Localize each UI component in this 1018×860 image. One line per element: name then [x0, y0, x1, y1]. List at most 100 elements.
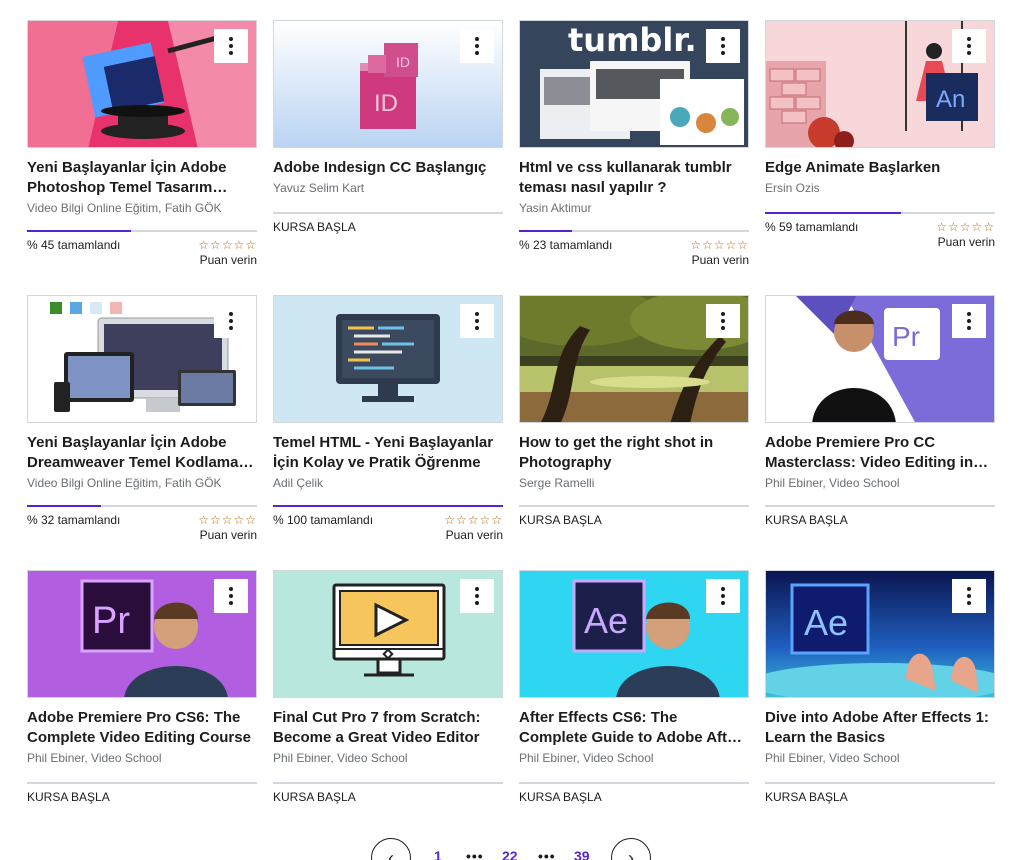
more-options-button[interactable] [952, 579, 986, 613]
kebab-icon [721, 311, 725, 332]
divider [27, 782, 257, 784]
rate-label[interactable]: Puan verin [444, 527, 503, 543]
course-thumbnail[interactable] [27, 295, 257, 423]
course-title[interactable]: Html ve css kullanarak tumblr teması nas… [519, 158, 749, 198]
rate-label[interactable]: Puan verin [936, 234, 995, 250]
course-title[interactable]: How to get the right shot in Photography [519, 433, 749, 473]
rating[interactable]: ☆☆☆☆☆ Puan verin [198, 513, 257, 543]
star-rating-icon[interactable]: ☆☆☆☆☆ [936, 220, 995, 234]
progress-text: % 32 tamamlandı [27, 513, 121, 527]
start-course-link[interactable]: KURSA BAŞLA [519, 790, 749, 804]
progress-fill [273, 505, 503, 507]
course-card[interactable]: Ae Dive into Adobe After Effects 1: Lear… [765, 570, 995, 840]
more-options-button[interactable] [706, 29, 740, 63]
star-rating-icon[interactable]: ☆☆☆☆☆ [198, 513, 257, 527]
rating[interactable]: ☆☆☆☆☆ Puan verin [690, 238, 749, 268]
course-title[interactable]: Adobe Premiere Pro CC Masterclass: Video… [765, 433, 995, 473]
previous-page-button[interactable]: ‹ [371, 838, 411, 860]
course-title[interactable]: Yeni Başlayanlar İçin Adobe Dreamweaver … [27, 433, 257, 473]
course-card[interactable]: Temel HTML - Yeni Başlayanlar İçin Kolay… [273, 295, 503, 570]
course-author: Yasin Aktimur [519, 201, 592, 215]
course-card[interactable]: Pr Adobe Premiere Pro CS6: The Complete … [27, 570, 257, 840]
divider [765, 505, 995, 507]
kebab-icon [229, 586, 233, 607]
course-thumbnail[interactable] [27, 20, 257, 148]
course-card[interactable]: An Edge Animate Başlarken Ersin Ozis % 5… [765, 20, 995, 295]
course-title[interactable]: Temel HTML - Yeni Başlayanlar İçin Kolay… [273, 433, 503, 473]
more-options-button[interactable] [460, 29, 494, 63]
course-thumbnail[interactable] [273, 295, 503, 423]
rate-label[interactable]: Puan verin [198, 252, 257, 268]
page-link-current[interactable]: 22 [502, 848, 518, 860]
course-card[interactable]: ID ID Adobe Indesign CC Başlangıç Yavuz … [273, 20, 503, 295]
more-options-button[interactable] [214, 304, 248, 338]
course-author: Phil Ebiner, Video School [27, 751, 162, 765]
course-card[interactable]: How to get the right shot in Photography… [519, 295, 749, 570]
start-course-link[interactable]: KURSA BAŞLA [273, 790, 503, 804]
more-options-button[interactable] [214, 29, 248, 63]
course-progress: % 23 tamamlandı ☆☆☆☆☆ Puan verin [519, 230, 749, 268]
kebab-icon [475, 36, 479, 57]
course-thumbnail[interactable]: Pr [765, 295, 995, 423]
course-thumbnail[interactable]: Ae [765, 570, 995, 698]
star-rating-icon[interactable]: ☆☆☆☆☆ [690, 238, 749, 252]
course-card[interactable]: tumblr. Html ve css kullanarak tumblr te… [519, 20, 749, 295]
start-course-link[interactable]: KURSA BAŞLA [765, 513, 995, 527]
course-progress: % 100 tamamlandı ☆☆☆☆☆ Puan verin [273, 505, 503, 543]
rating[interactable]: ☆☆☆☆☆ Puan verin [198, 238, 257, 268]
course-card[interactable]: Yeni Başlayanlar İçin Adobe Dreamweaver … [27, 295, 257, 570]
start-course-link[interactable]: KURSA BAŞLA [27, 790, 257, 804]
course-title[interactable]: Adobe Premiere Pro CS6: The Complete Vid… [27, 708, 257, 748]
more-options-button[interactable] [952, 304, 986, 338]
course-thumbnail[interactable]: Ae [519, 570, 749, 698]
start-course-link[interactable]: KURSA BAŞLA [519, 513, 749, 527]
rate-label[interactable]: Puan verin [690, 252, 749, 268]
pagination-ellipsis: ••• [466, 848, 484, 860]
rating[interactable]: ☆☆☆☆☆ Puan verin [936, 220, 995, 250]
progress-bar [273, 505, 503, 507]
more-options-button[interactable] [706, 304, 740, 338]
divider [273, 212, 503, 214]
course-thumbnail[interactable] [519, 295, 749, 423]
svg-text:Pr: Pr [892, 321, 920, 352]
course-thumbnail[interactable]: Pr [27, 570, 257, 698]
more-options-button[interactable] [214, 579, 248, 613]
kebab-icon [967, 36, 971, 57]
course-author: Phil Ebiner, Video School [765, 751, 900, 765]
start-course-link[interactable]: KURSA BAŞLA [765, 790, 995, 804]
page-link-first[interactable]: 1 [434, 848, 442, 860]
course-start: KURSA BAŞLA [273, 212, 503, 234]
kebab-icon [475, 586, 479, 607]
course-author: Video Bilgi Online Eğitim, Fatih GÖK [27, 476, 222, 490]
course-thumbnail[interactable]: ID ID [273, 20, 503, 148]
course-card[interactable]: Yeni Başlayanlar İçin Adobe Photoshop Te… [27, 20, 257, 295]
course-card[interactable]: Ae After Effects CS6: The Complete Guide… [519, 570, 749, 840]
start-course-link[interactable]: KURSA BAŞLA [273, 220, 503, 234]
star-rating-icon[interactable]: ☆☆☆☆☆ [444, 513, 503, 527]
course-title[interactable]: Adobe Indesign CC Başlangıç [273, 158, 503, 178]
more-options-button[interactable] [460, 304, 494, 338]
page-link-last[interactable]: 39 [574, 848, 590, 860]
rating[interactable]: ☆☆☆☆☆ Puan verin [444, 513, 503, 543]
course-title[interactable]: Yeni Başlayanlar İçin Adobe Photoshop Te… [27, 158, 257, 198]
svg-text:An: An [936, 86, 965, 113]
course-author: Phil Ebiner, Video School [519, 751, 654, 765]
course-title[interactable]: After Effects CS6: The Complete Guide to… [519, 708, 749, 748]
course-thumbnail[interactable]: tumblr. [519, 20, 749, 148]
star-rating-icon[interactable]: ☆☆☆☆☆ [198, 238, 257, 252]
course-title[interactable]: Final Cut Pro 7 from Scratch: Become a G… [273, 708, 503, 748]
kebab-icon [475, 311, 479, 332]
course-title[interactable]: Edge Animate Başlarken [765, 158, 995, 178]
course-grid: Yeni Başlayanlar İçin Adobe Photoshop Te… [27, 20, 995, 840]
next-page-button[interactable]: › [611, 838, 651, 860]
course-card[interactable]: Final Cut Pro 7 from Scratch: Become a G… [273, 570, 503, 840]
more-options-button[interactable] [952, 29, 986, 63]
more-options-button[interactable] [460, 579, 494, 613]
course-card[interactable]: Pr Adobe Premiere Pro CC Masterclass: Vi… [765, 295, 995, 570]
more-options-button[interactable] [706, 579, 740, 613]
course-title[interactable]: Dive into Adobe After Effects 1: Learn t… [765, 708, 995, 748]
course-thumbnail[interactable] [273, 570, 503, 698]
progress-text: % 23 tamamlandı [519, 238, 613, 252]
course-thumbnail[interactable]: An [765, 20, 995, 148]
rate-label[interactable]: Puan verin [198, 527, 257, 543]
